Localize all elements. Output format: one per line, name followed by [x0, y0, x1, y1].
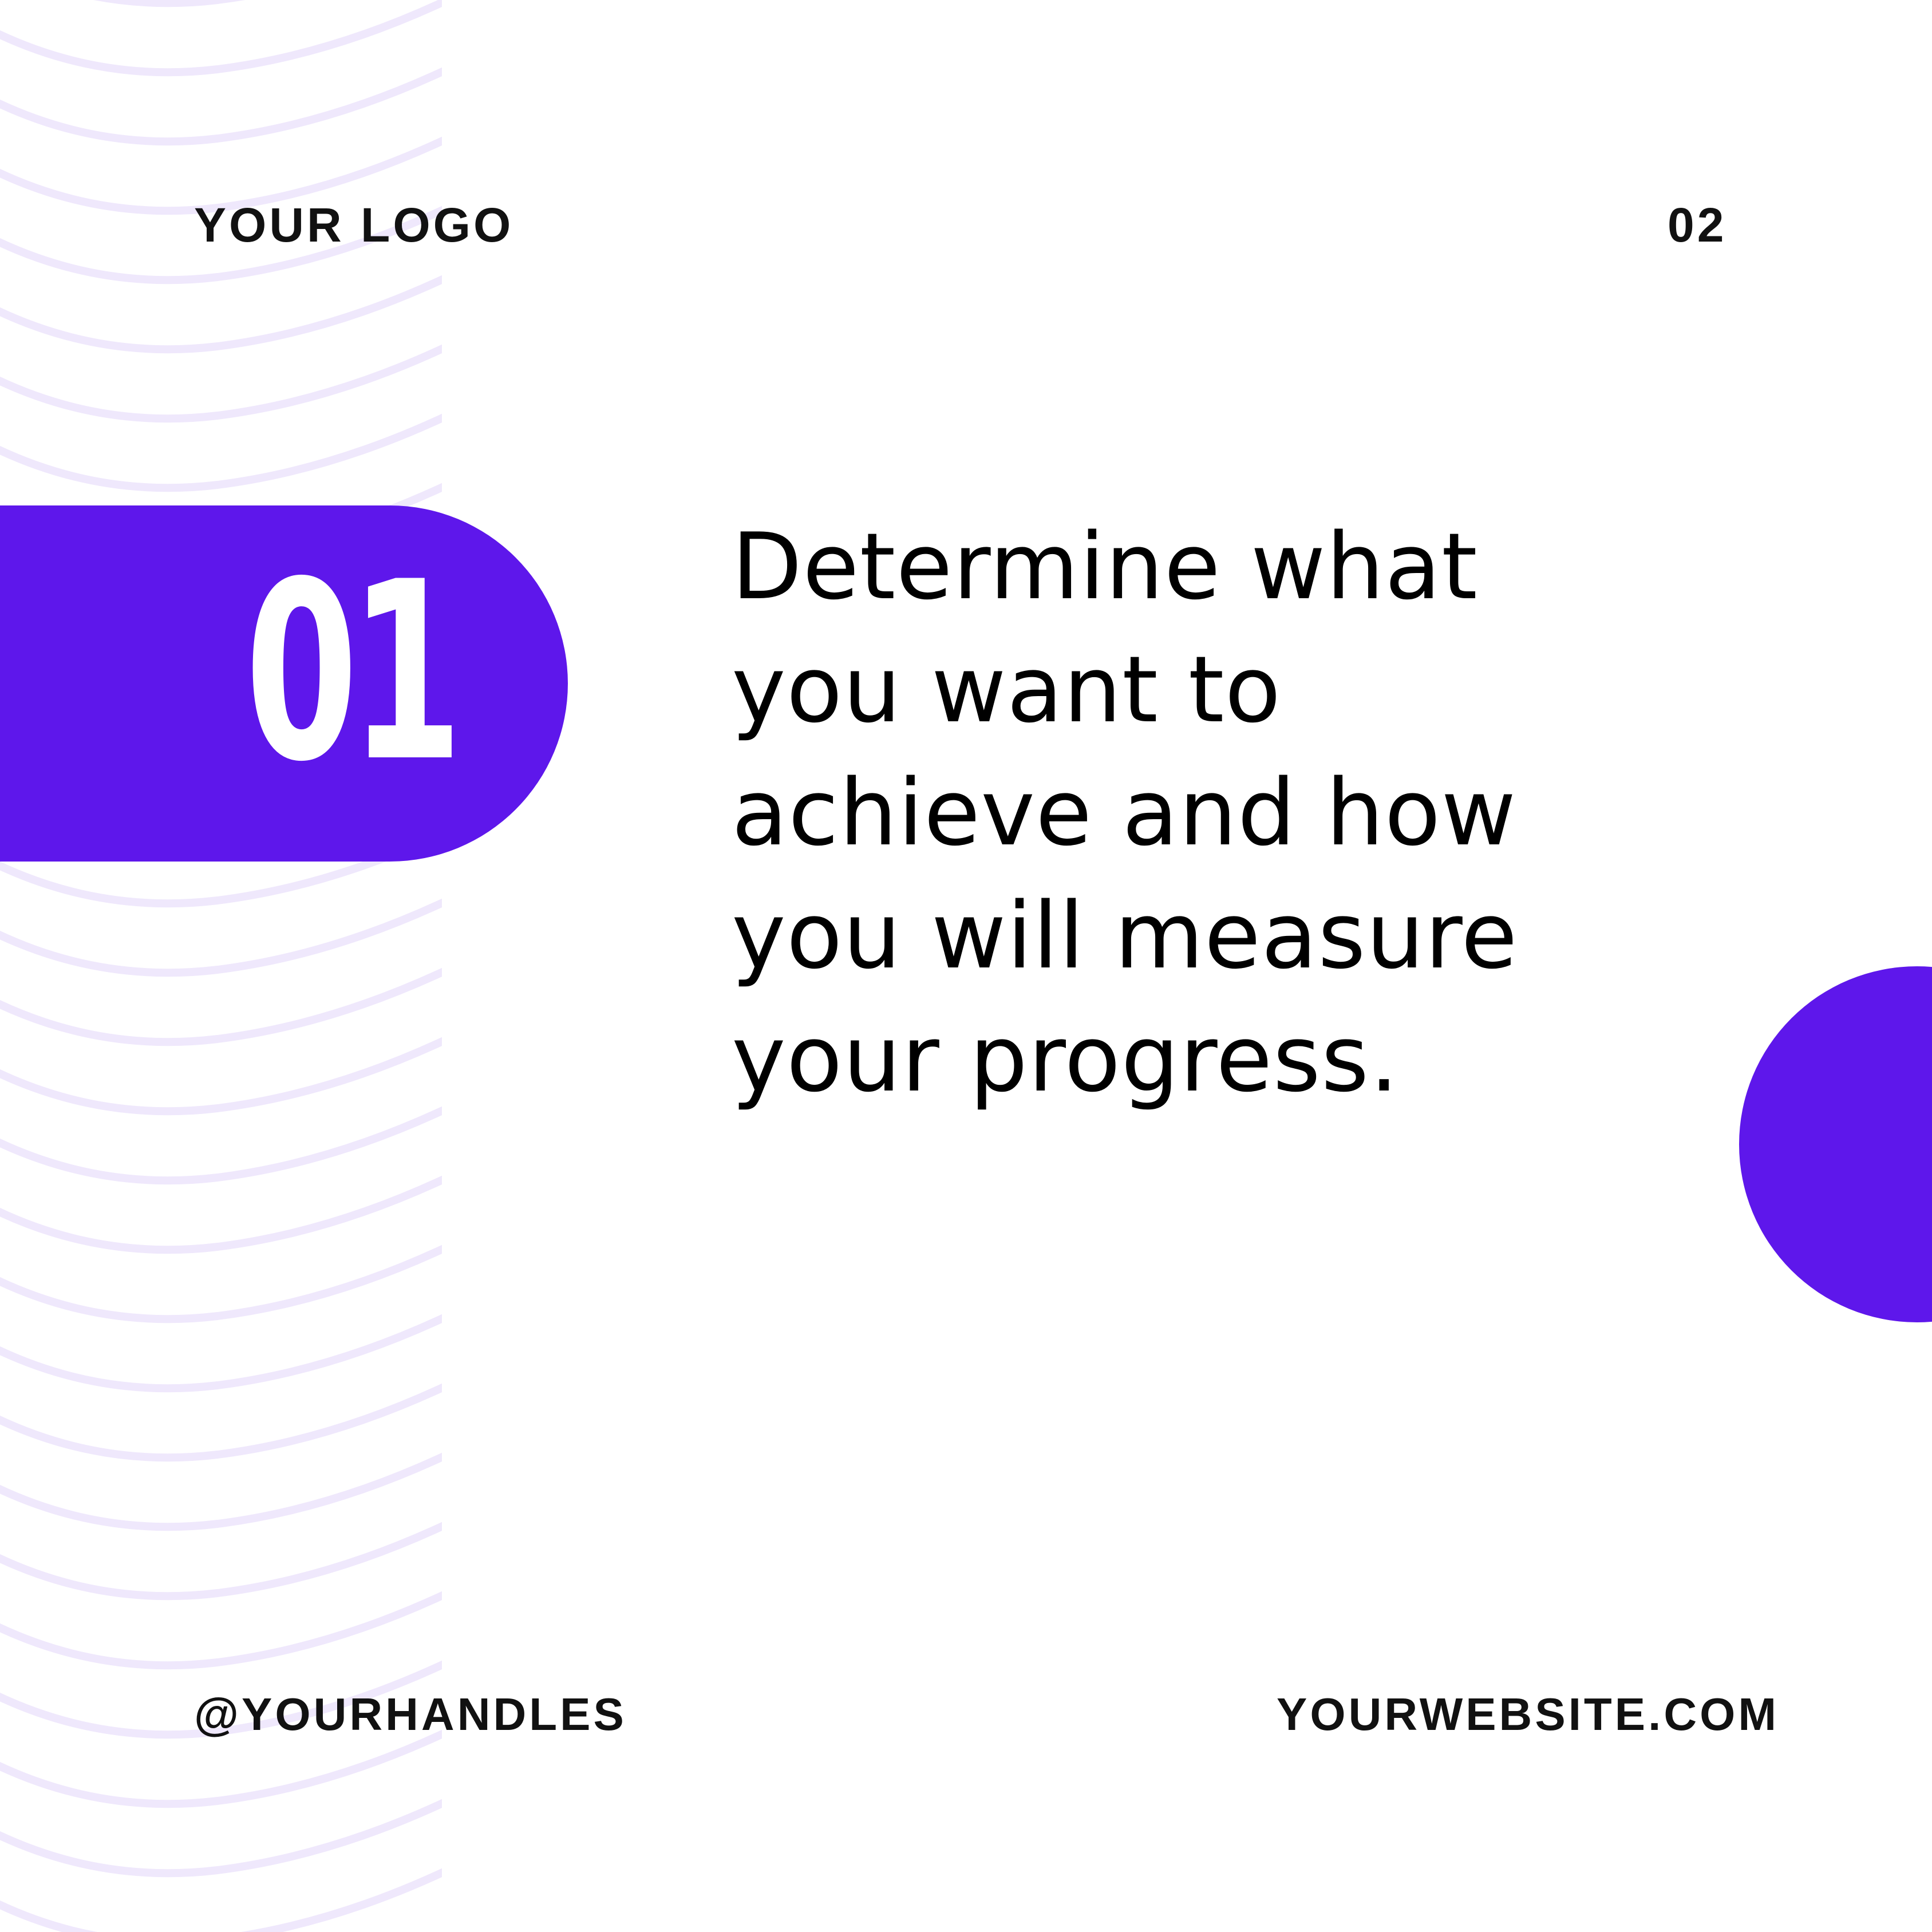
wave-line — [0, 413, 442, 492]
step-number: 01 — [245, 550, 463, 796]
wave-lines-graphic — [0, 0, 442, 1932]
wave-line — [0, 898, 442, 977]
decorative-half-circle — [1739, 966, 1932, 1322]
wave-line — [0, 1244, 442, 1323]
wave-line — [0, 1452, 442, 1531]
wave-line — [0, 1522, 442, 1601]
wave-line — [0, 275, 442, 354]
wave-line — [0, 1314, 442, 1393]
wave-line — [0, 67, 442, 146]
wave-line — [0, 1868, 442, 1932]
wave-line — [0, 1037, 442, 1116]
wave-line — [0, 967, 442, 1046]
wave-pattern — [0, 0, 442, 1932]
wave-line — [0, 1591, 442, 1670]
wave-line — [0, 1106, 442, 1185]
step-description: Determine what you want to achieve and h… — [732, 513, 1518, 1112]
social-handle[interactable]: @YOURHANDLES — [194, 1686, 627, 1743]
website-link[interactable]: YOURWEBSITE.COM — [1277, 1686, 1779, 1743]
wave-line — [93, 0, 246, 7]
slide: 01 YOUR LOGO 02 Determine what you want … — [0, 0, 1932, 1932]
wave-line — [0, 1383, 442, 1462]
page-number: 02 — [1668, 198, 1727, 252]
wave-line — [0, 0, 442, 77]
wave-line — [0, 1175, 442, 1254]
wave-line — [0, 344, 442, 423]
wave-line — [0, 1799, 442, 1878]
logo-placeholder[interactable]: YOUR LOGO — [194, 196, 513, 254]
